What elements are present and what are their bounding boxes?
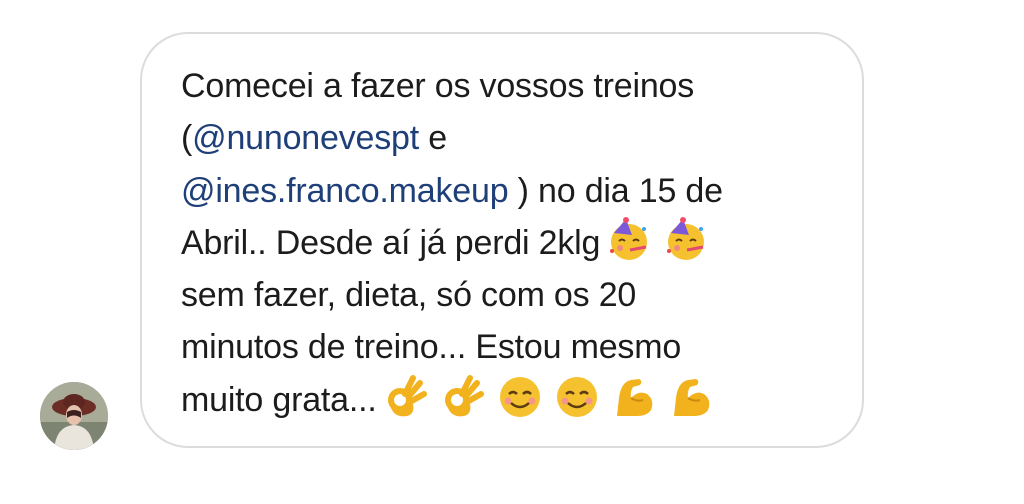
message-line-2: (@nunonevespt e — [181, 112, 842, 164]
message-line-5: sem fazer, dieta, só com os 20 — [181, 276, 637, 315]
message-line-4: Abril.. Desde aí já perdi 2klg — [181, 216, 842, 269]
sender-avatar[interactable] — [40, 382, 108, 450]
smiling-face-emoji-icon — [554, 374, 600, 420]
message-line-3: @ines.franco.makeup ) no dia 15 de — [181, 165, 842, 217]
line-3-rest: ) no dia 15 de — [508, 171, 723, 210]
mention-nunonevespt-link[interactable]: @nunonevespt — [192, 119, 419, 157]
paren-open: ( — [181, 119, 193, 158]
message-bubble[interactable]: Comecei a fazer os vossos treinos (@nuno… — [140, 32, 864, 448]
flexed-biceps-emoji-icon — [611, 374, 657, 420]
avatar-photo-icon — [40, 382, 108, 450]
message-text: Comecei a fazer os vossos treinos (@nuno… — [181, 60, 842, 426]
partying-face-emoji-icon — [663, 216, 709, 263]
partying-face-emoji-icon — [606, 216, 652, 263]
ok-hand-emoji-icon — [440, 374, 486, 420]
conjunction-text: e — [418, 119, 447, 158]
flexed-biceps-emoji-icon — [668, 374, 714, 420]
line-4-text: Abril.. Desde aí já perdi 2klg — [181, 223, 601, 262]
smiling-face-emoji-icon — [497, 374, 543, 420]
mention-ines-franco-makeup-link[interactable]: @ines.franco.makeup — [181, 172, 509, 210]
message-line-6: minutos de treino... Estou mesmo — [181, 328, 682, 367]
message-line-7: muito grata... — [181, 374, 842, 426]
ok-hand-emoji-icon — [383, 374, 429, 420]
line-7-text: muito grata... — [181, 380, 377, 419]
message-line-1: Comecei a fazer os vossos treinos — [181, 67, 695, 105]
